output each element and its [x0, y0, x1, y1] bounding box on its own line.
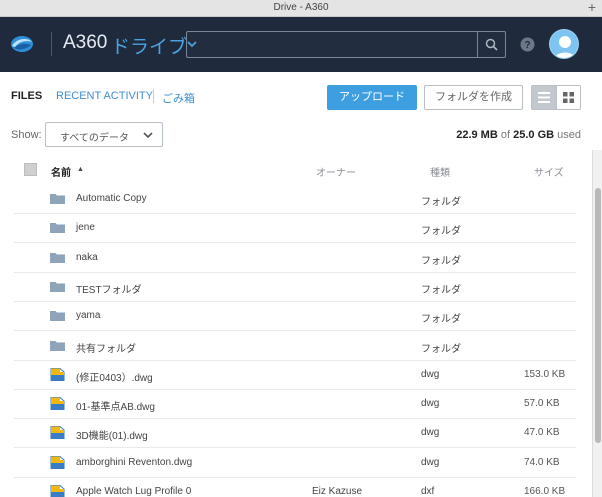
file-type: dwg [421, 456, 440, 468]
column-header-size[interactable]: サイズ [534, 164, 564, 179]
help-icon[interactable]: ? [520, 37, 535, 52]
scrollbar-thumb[interactable] [595, 188, 601, 443]
file-name[interactable]: jene [76, 222, 95, 233]
dwg-file-icon [50, 426, 65, 440]
file-size: 166.0 KB [524, 486, 566, 497]
column-header-owner[interactable]: オーナー [316, 164, 356, 179]
file-type: フォルダ [421, 343, 461, 355]
table-row[interactable]: TESTフォルダ フォルダ [0, 273, 592, 302]
search-box[interactable] [186, 31, 506, 58]
file-type: フォルダ [421, 284, 461, 296]
folder-icon [50, 311, 65, 322]
file-size: 47.0 KB [524, 427, 560, 439]
table-row[interactable]: Apple Watch Lug Profile 0 Eiz Kazuse dxf 16… [0, 478, 592, 497]
table-row[interactable]: yama フォルダ [0, 302, 592, 332]
file-type: フォルダ [421, 226, 461, 238]
drive-section-title[interactable]: ドライブ [111, 32, 187, 59]
file-type: フォルダ [421, 255, 461, 267]
search-input[interactable] [201, 35, 471, 54]
nav-divider [153, 89, 154, 103]
table-row[interactable]: naka フォルダ [0, 244, 592, 273]
dwg-file-icon [50, 367, 65, 381]
header-divider [51, 32, 52, 56]
table-row[interactable]: 01-基準点AB.dwg dwg 57.0 KB [0, 390, 592, 420]
file-type: dwg [421, 398, 440, 410]
data-filter-value: すべてのデータ [60, 133, 129, 144]
file-type: dwg [421, 368, 440, 380]
folder-icon [50, 281, 65, 292]
file-size: 153.0 KB [524, 368, 566, 380]
new-tab-button[interactable]: + [586, 0, 598, 15]
file-type: フォルダ [421, 314, 461, 326]
file-name[interactable]: TESTフォルダ [76, 281, 142, 296]
table-row[interactable]: amborghini Reventon.dwg dwg 74.0 KB [0, 449, 592, 478]
app-header: A360 ドライブ ? [0, 17, 602, 72]
chevron-down-icon[interactable] [186, 39, 198, 49]
product-name[interactable]: A360 [63, 32, 107, 54]
file-type: dxf [421, 486, 435, 497]
show-label: Show: [11, 129, 42, 141]
tab-recent-activity[interactable]: RECENT ACTIVITY [56, 90, 153, 102]
upload-button[interactable]: アップロード [327, 85, 417, 110]
chevron-down-icon [143, 132, 153, 139]
table-row[interactable]: Automatic Copy フォルダ [0, 185, 592, 214]
svg-text:?: ? [524, 40, 530, 51]
folder-icon [50, 194, 65, 204]
table-row[interactable]: jene フォルダ [0, 214, 592, 244]
tab-trash[interactable]: ごみ箱 [162, 90, 195, 106]
data-filter-select[interactable]: すべてのデータ [45, 122, 163, 147]
vertical-scrollbar[interactable] [592, 150, 602, 497]
file-name[interactable]: 3D機能(01).dwg [76, 427, 148, 442]
list-icon [538, 92, 550, 103]
file-name[interactable]: yama [76, 310, 100, 321]
dwg-file-icon [50, 455, 65, 469]
file-type: フォルダ [421, 197, 461, 208]
file-name[interactable]: Automatic Copy [76, 193, 147, 204]
view-toggle [531, 85, 581, 110]
person-icon [554, 36, 576, 58]
list-view-button[interactable] [532, 86, 556, 109]
grid-view-button[interactable] [556, 86, 580, 109]
tab-files[interactable]: FILES [11, 90, 42, 102]
column-header-type[interactable]: 種類 [430, 164, 450, 179]
file-table: 名前 ▲ オーナー 種類 サイズ Automatic Copy フォルダ jene フ… [0, 150, 592, 497]
select-all-checkbox[interactable] [24, 163, 37, 176]
storage-usage: 22.9 MB of 25.0 GB used [456, 129, 581, 141]
search-button[interactable] [477, 32, 505, 57]
window-titlebar: Drive - A360 + [0, 0, 602, 17]
user-avatar-icon[interactable] [549, 29, 579, 59]
table-row[interactable]: 共有フォルダ フォルダ [0, 332, 592, 361]
a360-swirl-logo-icon[interactable] [10, 33, 34, 55]
file-owner: Eiz Kazuse [312, 486, 363, 497]
file-name[interactable]: 01-基準点AB.dwg [76, 398, 155, 413]
file-size: 57.0 KB [524, 398, 560, 410]
folder-icon [50, 252, 65, 263]
grid-icon [563, 92, 574, 103]
file-name[interactable]: amborghini Reventon.dwg [76, 457, 192, 468]
create-folder-button[interactable]: フォルダを作成 [424, 85, 523, 110]
table-header: 名前 ▲ オーナー 種類 サイズ [0, 150, 592, 185]
folder-icon [50, 223, 65, 234]
dwg-file-icon [50, 485, 65, 497]
window-title: Drive - A360 [273, 2, 329, 13]
file-name[interactable]: naka [76, 252, 98, 263]
sort-ascending-icon[interactable]: ▲ [77, 166, 84, 173]
table-row[interactable]: (修正0403）.dwg dwg 153.0 KB [0, 361, 592, 390]
file-name[interactable]: (修正0403）.dwg [76, 369, 153, 384]
file-type: dwg [421, 427, 440, 439]
search-icon [485, 38, 498, 51]
storage-total: 25.0 GB [513, 129, 555, 141]
table-row[interactable]: 3D機能(01).dwg dwg 47.0 KB [0, 419, 592, 449]
storage-used: 22.9 MB [456, 129, 498, 141]
column-header-name[interactable]: 名前 [51, 164, 71, 179]
file-size: 74.0 KB [524, 456, 560, 468]
nav-toolbar: FILES RECENT ACTIVITY ごみ箱 アップロード フォルダを作成 [0, 72, 602, 122]
filter-row: Show: すべてのデータ 22.9 MB of 25.0 GB used [0, 122, 602, 150]
file-name[interactable]: 共有フォルダ [76, 340, 136, 355]
storage-of: of [500, 129, 511, 141]
folder-icon [50, 340, 65, 351]
dwg-file-icon [50, 397, 65, 411]
storage-suffix: used [557, 129, 581, 141]
file-name[interactable]: Apple Watch Lug Profile 0 [76, 486, 191, 497]
